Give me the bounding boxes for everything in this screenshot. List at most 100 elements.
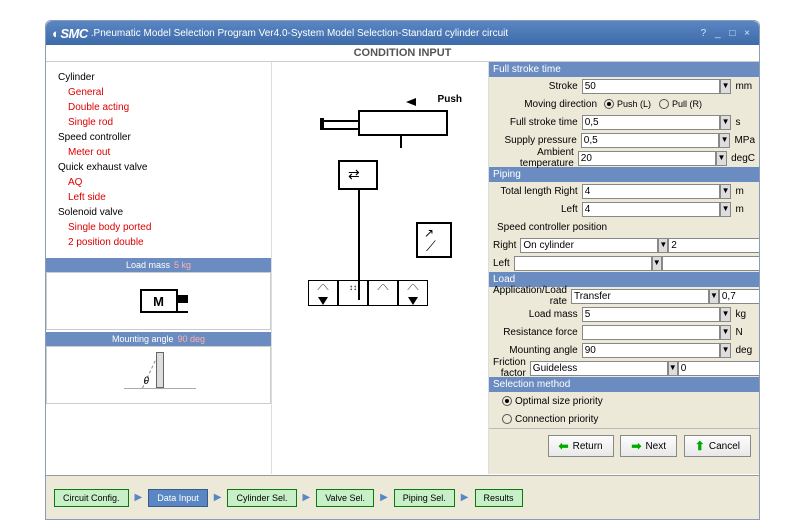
wf-circuit-config[interactable]: Circuit Config.: [54, 489, 129, 507]
optimal-radio[interactable]: [502, 396, 512, 406]
optimal-label: Optimal size priority: [515, 396, 603, 407]
push-option: Push (L): [617, 99, 651, 109]
connection-radio[interactable]: [502, 414, 512, 424]
mass-label: Load mass: [493, 309, 582, 320]
total-right-label: Total length Right: [493, 186, 582, 197]
app-rate-input[interactable]: [719, 289, 759, 304]
spec-item: AQ: [68, 175, 259, 190]
loadmass-panel-body: M: [46, 272, 271, 330]
wf-cylinder-sel[interactable]: Cylinder Sel.: [227, 489, 296, 507]
arrow-right-icon: ➡: [631, 439, 641, 453]
motor-icon: M: [140, 289, 178, 313]
stroke-label: Stroke: [493, 81, 582, 92]
dropdown-icon[interactable]: ▼: [720, 202, 732, 217]
next-button[interactable]: ➡Next: [620, 435, 677, 457]
sc-right-label: Right: [493, 240, 520, 251]
time-input[interactable]: [582, 115, 720, 130]
unit-label: mm: [731, 81, 755, 92]
resist-input[interactable]: [582, 325, 720, 340]
app-input[interactable]: [571, 289, 709, 304]
spec-item: Meter out: [68, 145, 259, 160]
spec-item: Single body ported: [68, 220, 259, 235]
form-column: Full stroke time Stroke ▼ mm Moving dire…: [489, 62, 759, 474]
sc-left-label: Left: [493, 258, 514, 269]
unit-label: m: [731, 204, 755, 215]
mass-input[interactable]: [582, 307, 720, 322]
page-header: CONDITION INPUT: [46, 45, 759, 62]
wf-valve-sel[interactable]: Valve Sel.: [316, 489, 374, 507]
dropdown-icon[interactable]: ▼: [720, 343, 732, 358]
arrow-icon: ▶: [461, 492, 469, 503]
friction-val-input[interactable]: [678, 361, 759, 376]
total-left-input[interactable]: [582, 202, 720, 217]
unit-label: kg: [731, 309, 755, 320]
dropdown-icon[interactable]: ▼: [719, 133, 731, 148]
dropdown-icon[interactable]: ▼: [720, 325, 732, 340]
throttle-symbol: [416, 222, 452, 258]
angle-label: Mounting angle: [493, 345, 582, 356]
dropdown-icon[interactable]: ▼: [668, 361, 678, 376]
arrow-icon: ▶: [380, 492, 388, 503]
sc-left-input[interactable]: [514, 256, 652, 271]
spec-item: Single rod: [68, 115, 259, 130]
push-radio[interactable]: [604, 99, 614, 109]
friction-input[interactable]: [530, 361, 668, 376]
dropdown-icon[interactable]: ▼: [652, 256, 662, 271]
wf-piping-sel[interactable]: Piping Sel.: [394, 489, 455, 507]
dropdown-icon[interactable]: ▼: [658, 238, 668, 253]
titlebar: SMC .Pneumatic Model Selection Program V…: [46, 21, 759, 45]
push-arrow-icon: [406, 98, 416, 106]
window-controls[interactable]: ? _ □ ×: [701, 28, 753, 39]
return-button[interactable]: ⬅Return: [548, 435, 614, 457]
sc-right-num-input[interactable]: [668, 238, 759, 253]
cancel-button[interactable]: ⬆Cancel: [684, 435, 751, 457]
pneumatic-diagram: [308, 110, 458, 300]
unit-label: deg: [731, 345, 755, 356]
left-column: Cylinder General Double acting Single ro…: [46, 62, 271, 474]
arrow-icon: ▶: [135, 492, 143, 503]
spec-item: General: [68, 85, 259, 100]
pull-radio[interactable]: [659, 99, 669, 109]
section-piping: Piping: [489, 167, 759, 182]
ambient-input[interactable]: [578, 151, 716, 166]
pull-option: Pull (R): [672, 99, 702, 109]
sc-left-num-input[interactable]: [662, 256, 759, 271]
spec-item: Double acting: [68, 100, 259, 115]
sc-right-input[interactable]: [520, 238, 658, 253]
schematic-column: Push ⟋⟍ ↕↕ ⟋⟍ ⟋⟍: [271, 62, 489, 474]
spec-exhaust-head: Quick exhaust valve: [58, 160, 259, 175]
friction-label: Friction factor: [493, 357, 530, 379]
dropdown-icon[interactable]: ▼: [716, 151, 727, 166]
section-fullstroke: Full stroke time: [489, 62, 759, 77]
flow-control-symbol: [338, 160, 378, 190]
unit-label: MPa: [730, 135, 755, 146]
angle-panel-body: θ: [46, 346, 271, 404]
resist-label: Resistance force: [493, 327, 582, 338]
spec-cylinder-head: Cylinder: [58, 70, 259, 85]
arrow-left-icon: ⬅: [559, 439, 569, 453]
dropdown-icon[interactable]: ▼: [720, 184, 732, 199]
total-right-input[interactable]: [582, 184, 720, 199]
main-area: Cylinder General Double acting Single ro…: [46, 62, 759, 474]
dropdown-icon[interactable]: ▼: [720, 307, 732, 322]
cylinder-symbol: [358, 110, 448, 136]
window-title: .Pneumatic Model Selection Program Ver4.…: [91, 28, 508, 39]
ambient-label: Ambient temperature: [493, 147, 578, 169]
wf-results[interactable]: Results: [475, 489, 523, 507]
wf-data-input[interactable]: Data Input: [148, 489, 208, 507]
dropdown-icon[interactable]: ▼: [720, 115, 732, 130]
scpos-label: Speed controller position: [493, 222, 611, 233]
dropdown-icon[interactable]: ▼: [709, 289, 719, 304]
stroke-input[interactable]: [582, 79, 720, 94]
spec-item: 2 position double: [68, 235, 259, 250]
unit-label: N: [731, 327, 755, 338]
supply-input[interactable]: [581, 133, 719, 148]
unit-label: degC: [727, 153, 755, 164]
section-selmethod: Selection method: [489, 377, 759, 392]
app-label: Application/Load rate: [493, 285, 571, 307]
angle-input[interactable]: [582, 343, 720, 358]
angle-panel-header: Mounting angle90 deg: [46, 332, 271, 346]
app-window: SMC .Pneumatic Model Selection Program V…: [45, 20, 760, 520]
dropdown-icon[interactable]: ▼: [720, 79, 732, 94]
smc-logo: SMC: [52, 26, 88, 41]
